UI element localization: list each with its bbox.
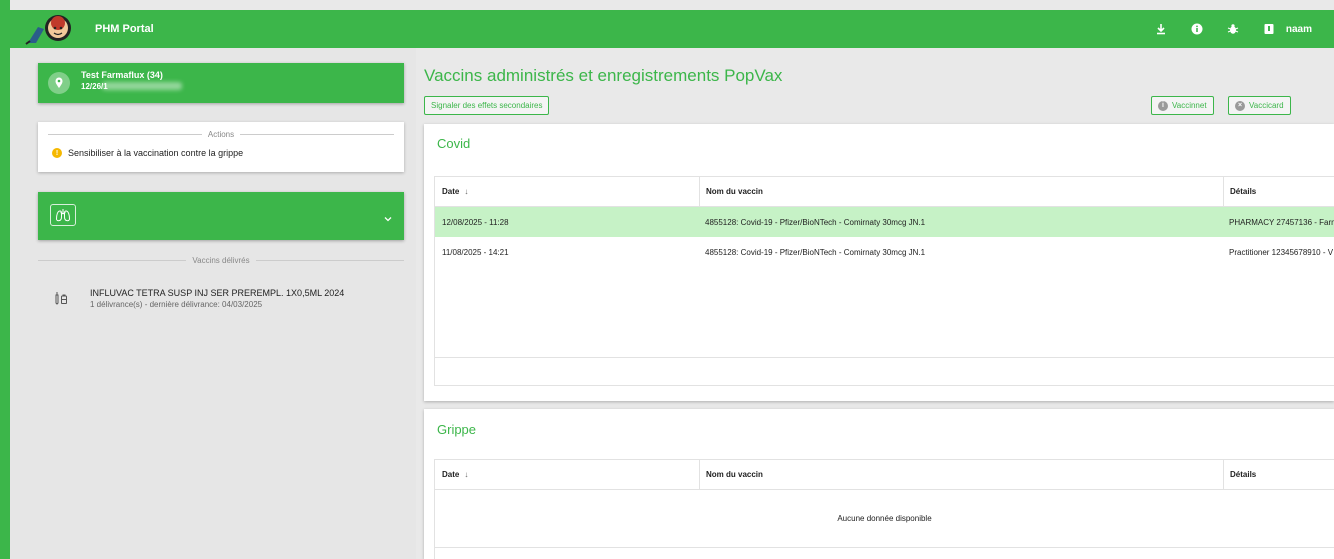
table-row[interactable]: 11/08/2025 - 14:21 4855128: Covid-19 - P… [435, 237, 1334, 267]
actions-divider: Actions [48, 130, 395, 139]
chevron-down-icon[interactable] [384, 209, 392, 227]
covid-table-header: Date ↓ Nom du vaccin Détails [435, 177, 1334, 207]
action-item-label: Sensibiliser à la vaccination contre la … [68, 148, 244, 158]
grippe-panel: Grippe Date ↓ Nom du vaccin Détails Aucu… [424, 409, 1334, 559]
warning-icon: ! [52, 148, 62, 158]
col-details-label: Détails [1230, 470, 1257, 479]
col-details-header[interactable]: Détails [1223, 177, 1334, 206]
top-actions: naam [1138, 19, 1312, 39]
table-footer-divider [435, 357, 1334, 358]
sidebar: Test Farmaflux (34) 12/26/1 Actions ! Se… [10, 48, 416, 559]
app-title: PHM Portal [95, 23, 154, 35]
left-frame-border [0, 0, 10, 559]
vaccinnet-button[interactable]: i Vaccinnet [1151, 96, 1214, 115]
lungs-icon [50, 204, 76, 226]
download-icon[interactable] [1148, 19, 1174, 39]
delivered-divider: Vaccins délivrés [38, 256, 404, 265]
actions-heading: Actions [207, 130, 235, 139]
sort-arrow-down-icon[interactable]: ↓ [464, 187, 468, 196]
grippe-table-header: Date ↓ Nom du vaccin Détails [435, 460, 1334, 490]
col-date-header[interactable]: Date ↓ [435, 460, 699, 489]
lung-accordion[interactable] [38, 192, 404, 240]
cell-date: 11/08/2025 - 14:21 [442, 247, 509, 257]
close-circle-icon: × [1235, 100, 1245, 111]
patient-name: Test Farmaflux (34) [81, 70, 163, 80]
delivered-vaccine-name: INFLUVAC TETRA SUSP INJ SER PREREMPL. 1X… [90, 288, 345, 298]
col-details-label: Détails [1230, 187, 1257, 196]
table-row[interactable]: 12/08/2025 - 11:28 4855128: Covid-19 - P… [435, 207, 1334, 237]
col-date-label: Date [442, 470, 460, 479]
grippe-title: Grippe [437, 422, 477, 437]
cell-details: PHARMACY 27457136 - Farm [1229, 217, 1334, 227]
redacted-blur [102, 82, 182, 90]
covid-title: Covid [437, 136, 471, 151]
cell-date: 12/08/2025 - 11:28 [442, 217, 509, 227]
vaccinnet-label: Vaccinnet [1172, 101, 1207, 110]
app-logo-icon[interactable] [24, 13, 76, 45]
grippe-table: Date ↓ Nom du vaccin Détails Aucune donn… [434, 459, 1334, 559]
report-side-effects-button[interactable]: Signaler des effets secondaires [424, 96, 550, 115]
page-title: Vaccins administrés et enregistrements P… [424, 66, 783, 85]
delivered-heading: Vaccins délivrés [192, 256, 250, 265]
syringe-vial-icon [53, 291, 69, 310]
vaccicard-label: Vaccicard [1249, 101, 1284, 110]
col-date-header[interactable]: Date ↓ [435, 177, 699, 206]
cell-vaccine: 4855128: Covid-19 - Pfizer/BioNTech - Co… [705, 247, 926, 257]
user-name[interactable]: naam [1286, 24, 1312, 35]
empty-state-message: Aucune donnée disponible [435, 490, 1334, 548]
action-item-flu-awareness[interactable]: ! Sensibiliser à la vaccination contre l… [52, 148, 243, 158]
bug-icon[interactable] [1220, 19, 1246, 39]
covid-panel: Covid Date ↓ Nom du vaccin Détails 12/08… [424, 124, 1334, 401]
col-vaccine-header[interactable]: Nom du vaccin [699, 177, 1223, 206]
sort-arrow-down-icon[interactable]: ↓ [464, 470, 468, 479]
col-vaccine-header[interactable]: Nom du vaccin [699, 460, 1223, 489]
actions-card: Actions ! Sensibiliser à la vaccination … [38, 122, 404, 172]
col-vaccine-label: Nom du vaccin [706, 187, 763, 196]
col-details-header[interactable]: Détails [1223, 460, 1334, 489]
cell-vaccine: 4855128: Covid-19 - Pfizer/BioNTech - Co… [705, 217, 926, 227]
delivered-vaccine-detail: 1 délivrance(s) - dernière délivrance: 0… [90, 300, 263, 309]
cell-details: Practitioner 12345678910 - V [1229, 247, 1334, 257]
info-icon[interactable] [1184, 19, 1210, 39]
info-circle-icon: i [1158, 100, 1168, 111]
patient-card[interactable]: Test Farmaflux (34) 12/26/1 [38, 63, 404, 103]
user-card-icon[interactable] [1256, 19, 1282, 39]
col-date-label: Date [442, 187, 460, 196]
covid-table: Date ↓ Nom du vaccin Détails 12/08/2025 … [434, 176, 1334, 386]
vaccicard-button[interactable]: × Vaccicard [1228, 96, 1291, 115]
location-pin-icon [48, 72, 70, 94]
top-bar: PHM Portal naam [10, 10, 1334, 48]
col-vaccine-label: Nom du vaccin [706, 470, 763, 479]
